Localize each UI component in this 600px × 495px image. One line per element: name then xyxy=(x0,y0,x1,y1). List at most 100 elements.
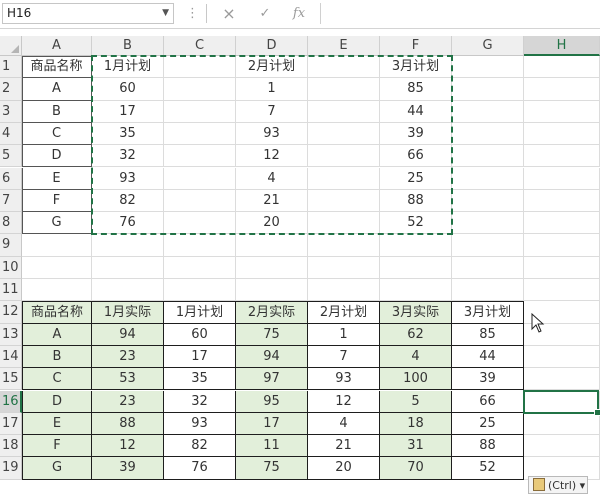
cell[interactable] xyxy=(164,256,236,279)
cell[interactable] xyxy=(380,279,452,302)
table-cell[interactable]: 85 xyxy=(380,78,452,101)
cell[interactable] xyxy=(452,100,524,123)
enter-icon[interactable]: ✓ xyxy=(254,3,276,24)
cell[interactable] xyxy=(452,56,524,79)
table-cell[interactable]: 20 xyxy=(236,212,308,235)
table-cell[interactable]: 1 xyxy=(236,78,308,101)
table-header-cell[interactable]: 2月计划 xyxy=(236,56,308,79)
row-header-5[interactable]: 5 xyxy=(0,145,22,168)
name-box[interactable]: H16 ▼ xyxy=(2,3,174,24)
table-cell[interactable]: 31 xyxy=(380,435,452,458)
row-header-6[interactable]: 6 xyxy=(0,167,22,190)
table-cell[interactable]: 100 xyxy=(380,368,452,391)
table-cell[interactable]: 88 xyxy=(452,435,524,458)
table-cell[interactable] xyxy=(308,122,380,146)
column-header-c[interactable]: C xyxy=(164,36,236,56)
table-cell[interactable]: 7 xyxy=(308,345,380,369)
row-header-19[interactable]: 19 xyxy=(0,457,22,480)
column-header-g[interactable]: G xyxy=(452,36,524,56)
formula-input[interactable] xyxy=(320,3,600,24)
table-cell[interactable]: 52 xyxy=(452,457,524,480)
table-header-cell[interactable]: 商品名称 xyxy=(22,301,92,324)
cell[interactable] xyxy=(524,435,600,458)
row-header-1[interactable]: 1 xyxy=(0,56,22,79)
cell[interactable] xyxy=(22,256,92,279)
cell[interactable] xyxy=(524,368,600,391)
table-cell[interactable]: 25 xyxy=(380,167,452,190)
cell[interactable] xyxy=(380,256,452,279)
cell[interactable] xyxy=(452,145,524,168)
column-header-h[interactable]: H xyxy=(524,36,600,56)
table-cell[interactable]: 4 xyxy=(308,412,380,436)
table-cell[interactable]: 75 xyxy=(236,323,308,346)
cell[interactable] xyxy=(524,122,600,146)
cell[interactable] xyxy=(164,279,236,302)
table-cell[interactable]: 60 xyxy=(164,323,236,346)
table-cell[interactable]: 35 xyxy=(92,122,164,146)
cell[interactable] xyxy=(452,279,524,302)
table-header-cell[interactable]: 2月计划 xyxy=(308,301,380,324)
table-cell[interactable]: 4 xyxy=(380,345,452,369)
row-header-4[interactable]: 4 xyxy=(0,122,22,146)
table-cell[interactable]: 7 xyxy=(236,100,308,123)
table-cell[interactable] xyxy=(164,78,236,101)
cell[interactable] xyxy=(524,279,600,302)
table-cell[interactable]: G xyxy=(22,457,92,480)
table-cell[interactable] xyxy=(308,78,380,101)
table-cell[interactable] xyxy=(164,212,236,235)
table-cell[interactable]: A xyxy=(22,323,92,346)
table-cell[interactable]: 5 xyxy=(380,390,452,413)
active-cell[interactable] xyxy=(523,389,600,417)
table-cell[interactable] xyxy=(164,189,236,213)
row-header-3[interactable]: 3 xyxy=(0,100,22,123)
table-cell[interactable]: 39 xyxy=(380,122,452,146)
row-header-16[interactable]: 16 xyxy=(0,390,22,413)
cell[interactable] xyxy=(524,189,600,213)
table-cell[interactable]: 76 xyxy=(92,212,164,235)
table-header-cell[interactable]: 1月计划 xyxy=(164,301,236,324)
cell[interactable] xyxy=(524,167,600,190)
table-cell[interactable] xyxy=(164,122,236,146)
table-header-cell[interactable]: 1月计划 xyxy=(92,56,164,79)
paste-options-button[interactable]: (Ctrl) ▾ xyxy=(528,476,588,494)
column-header-e[interactable]: E xyxy=(308,36,380,56)
row-header-8[interactable]: 8 xyxy=(0,212,22,235)
table-cell[interactable]: 76 xyxy=(164,457,236,480)
table-cell[interactable]: 70 xyxy=(380,457,452,480)
table-cell[interactable]: 35 xyxy=(164,368,236,391)
table-cell[interactable]: 32 xyxy=(92,145,164,168)
table-cell[interactable]: 1 xyxy=(308,323,380,346)
table-cell[interactable]: 17 xyxy=(236,412,308,436)
table-cell[interactable] xyxy=(308,145,380,168)
row-header-14[interactable]: 14 xyxy=(0,345,22,369)
table-cell[interactable]: F xyxy=(22,435,92,458)
table-cell[interactable]: 17 xyxy=(164,345,236,369)
table-cell[interactable]: 44 xyxy=(452,345,524,369)
column-header-f[interactable]: F xyxy=(380,36,452,56)
cell[interactable] xyxy=(524,345,600,369)
table-cell[interactable]: 93 xyxy=(164,412,236,436)
cell[interactable] xyxy=(380,234,452,257)
select-all-corner[interactable] xyxy=(0,36,22,56)
row-header-2[interactable]: 2 xyxy=(0,78,22,101)
cell[interactable] xyxy=(524,256,600,279)
table-cell[interactable]: 75 xyxy=(236,457,308,480)
table-cell[interactable]: 94 xyxy=(92,323,164,346)
cell[interactable] xyxy=(452,122,524,146)
table-header-cell[interactable]: 2月实际 xyxy=(236,301,308,324)
table-cell[interactable]: 88 xyxy=(92,412,164,436)
cell[interactable] xyxy=(22,279,92,302)
table-header-cell[interactable] xyxy=(164,56,236,79)
cell[interactable] xyxy=(524,212,600,235)
table-cell[interactable]: 93 xyxy=(308,368,380,391)
column-header-b[interactable]: B xyxy=(92,36,164,56)
row-header-15[interactable]: 15 xyxy=(0,368,22,391)
table-cell[interactable]: 44 xyxy=(380,100,452,123)
cell[interactable] xyxy=(524,78,600,101)
table-cell[interactable]: 94 xyxy=(236,345,308,369)
table-cell[interactable]: 97 xyxy=(236,368,308,391)
table-cell[interactable]: 21 xyxy=(308,435,380,458)
cell[interactable] xyxy=(452,189,524,213)
table-header-cell[interactable]: 3月实际 xyxy=(380,301,452,324)
cell[interactable] xyxy=(236,279,308,302)
